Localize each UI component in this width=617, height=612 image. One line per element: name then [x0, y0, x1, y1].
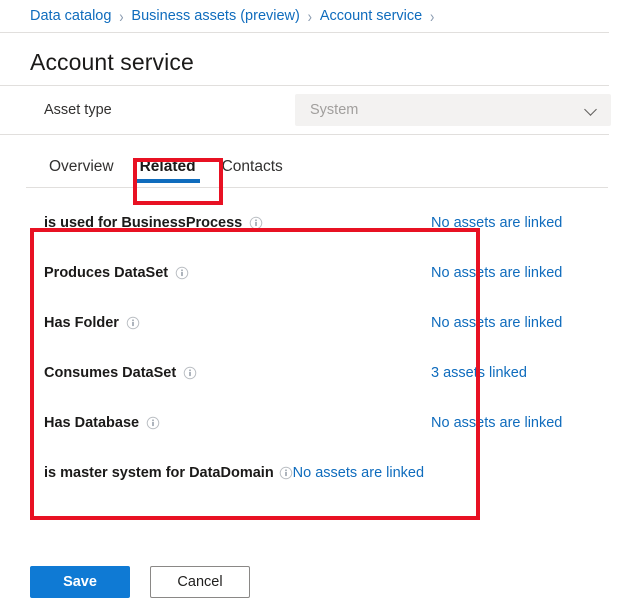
breadcrumb-item-business-assets[interactable]: Business assets (preview) [131, 9, 299, 24]
relation-label-text: is used for BusinessProcess [44, 215, 242, 231]
save-button[interactable]: Save [30, 566, 130, 598]
page-title: Account service [0, 33, 617, 76]
tab-list: Overview Related Contacts [0, 145, 617, 187]
relation-row-consumes-dataset: Consumes DataSet 3 assets linked [14, 348, 617, 398]
chevron-down-icon [585, 104, 598, 117]
relation-link[interactable]: No assets are linked [293, 465, 424, 481]
relation-label-text: is master system for DataDomain [44, 465, 274, 481]
relation-link[interactable]: No assets are linked [431, 215, 617, 231]
info-icon[interactable] [279, 466, 293, 480]
relation-label: Produces DataSet [44, 265, 189, 281]
relation-row-has-folder: Has Folder No assets are linked [14, 298, 617, 348]
relation-link[interactable]: 3 assets linked [431, 365, 617, 381]
relation-label: Consumes DataSet [44, 365, 197, 381]
chevron-right-icon: › [422, 7, 442, 26]
info-icon[interactable] [146, 416, 160, 430]
relation-label-text: Consumes DataSet [44, 365, 176, 381]
tab-contacts[interactable]: Contacts [209, 158, 296, 187]
tab-overview[interactable]: Overview [36, 158, 127, 187]
relation-label-text: Produces DataSet [44, 265, 168, 281]
relation-row-is-used-for-businessprocess: is used for BusinessProcess No assets ar… [14, 198, 617, 248]
info-icon[interactable] [183, 366, 197, 380]
relations-list: is used for BusinessProcess No assets ar… [0, 188, 617, 498]
asset-type-divider [0, 134, 609, 135]
asset-type-value: System [310, 102, 358, 118]
relation-label-text: Has Database [44, 415, 139, 431]
chevron-right-icon: › [111, 7, 131, 26]
breadcrumb: Data catalog › Business assets (preview)… [0, 0, 617, 32]
relation-link[interactable]: No assets are linked [431, 265, 617, 281]
breadcrumb-item-account-service[interactable]: Account service [320, 9, 422, 24]
chevron-right-icon: › [300, 7, 320, 26]
relation-label: Has Folder [44, 315, 140, 331]
asset-type-row: Asset type System [0, 86, 617, 134]
relation-row-produces-dataset: Produces DataSet No assets are linked [14, 248, 617, 298]
cancel-button[interactable]: Cancel [150, 566, 250, 598]
info-icon[interactable] [175, 266, 189, 280]
relation-row-is-master-system-for-datadomain: is master system for DataDomain No asset… [14, 448, 617, 498]
relation-link[interactable]: No assets are linked [431, 315, 617, 331]
relation-link[interactable]: No assets are linked [431, 415, 617, 431]
info-icon[interactable] [249, 216, 263, 230]
relation-label: is used for BusinessProcess [44, 215, 263, 231]
info-icon[interactable] [126, 316, 140, 330]
relation-label: Has Database [44, 415, 160, 431]
asset-type-label: Asset type [44, 102, 295, 118]
footer-actions: Save Cancel [0, 566, 617, 598]
breadcrumb-item-data-catalog[interactable]: Data catalog [30, 9, 111, 24]
asset-type-dropdown[interactable]: System [295, 94, 611, 126]
relation-label: is master system for DataDomain [44, 465, 293, 481]
relation-label-text: Has Folder [44, 315, 119, 331]
relation-row-has-database: Has Database No assets are linked [14, 398, 617, 448]
page-title-block: Account service [0, 33, 617, 85]
tabs-section: Overview Related Contacts [0, 145, 617, 188]
tab-related[interactable]: Related [127, 158, 209, 187]
